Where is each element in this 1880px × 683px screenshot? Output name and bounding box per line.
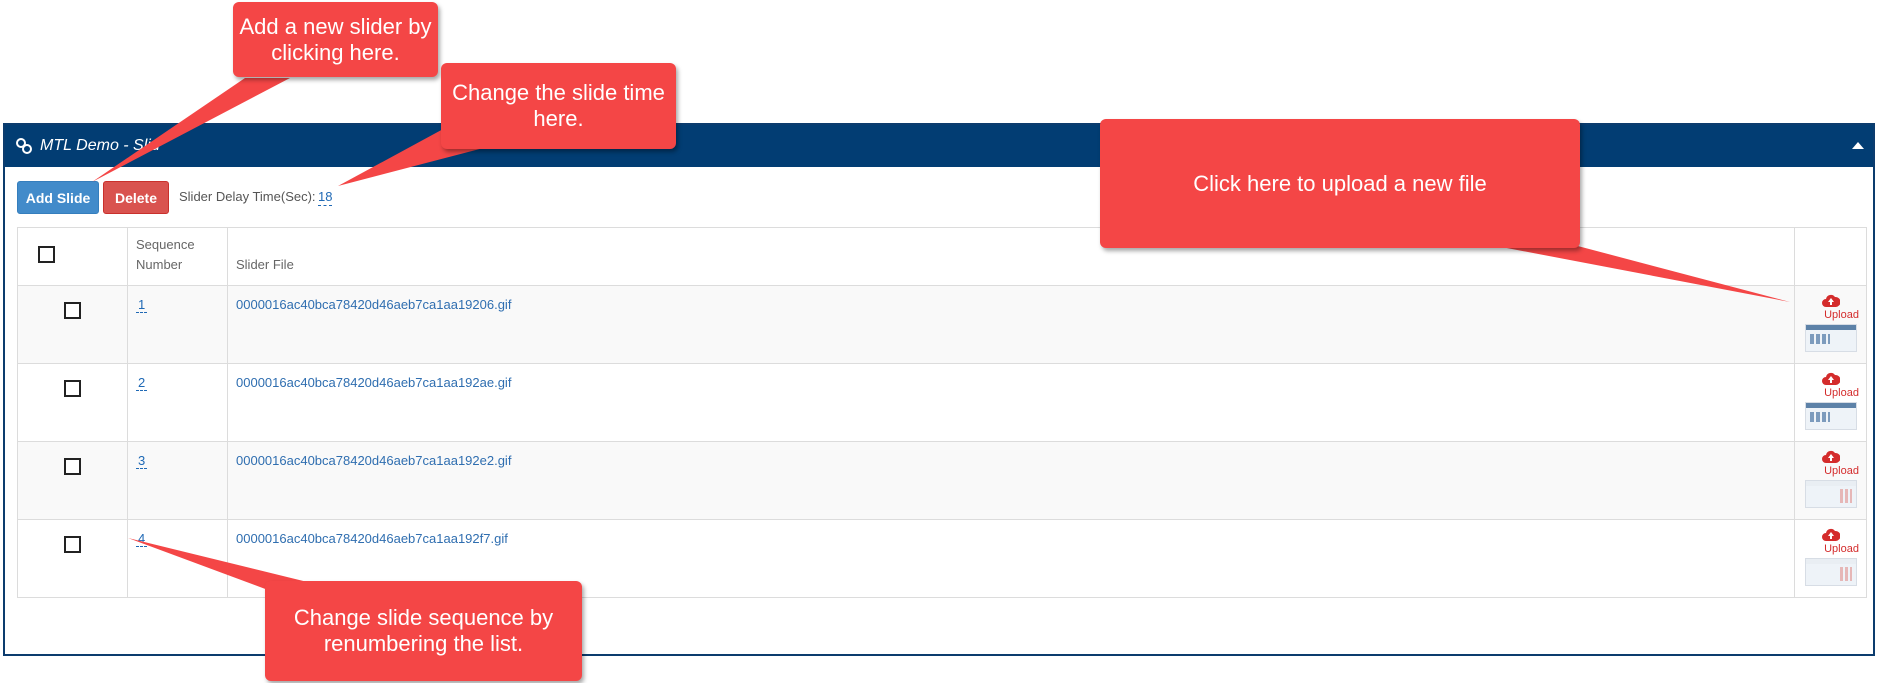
arrow-add-slider	[92, 78, 290, 182]
callout-upload: Click here to upload a new file	[1100, 119, 1580, 248]
callout-slide-time: Change the slide time here.	[441, 63, 676, 149]
arrow-upload	[1465, 240, 1790, 302]
callout-add-slider: Add a new slider by clicking here.	[233, 2, 438, 77]
callout-sequence: Change slide sequence by renumbering the…	[265, 581, 582, 681]
